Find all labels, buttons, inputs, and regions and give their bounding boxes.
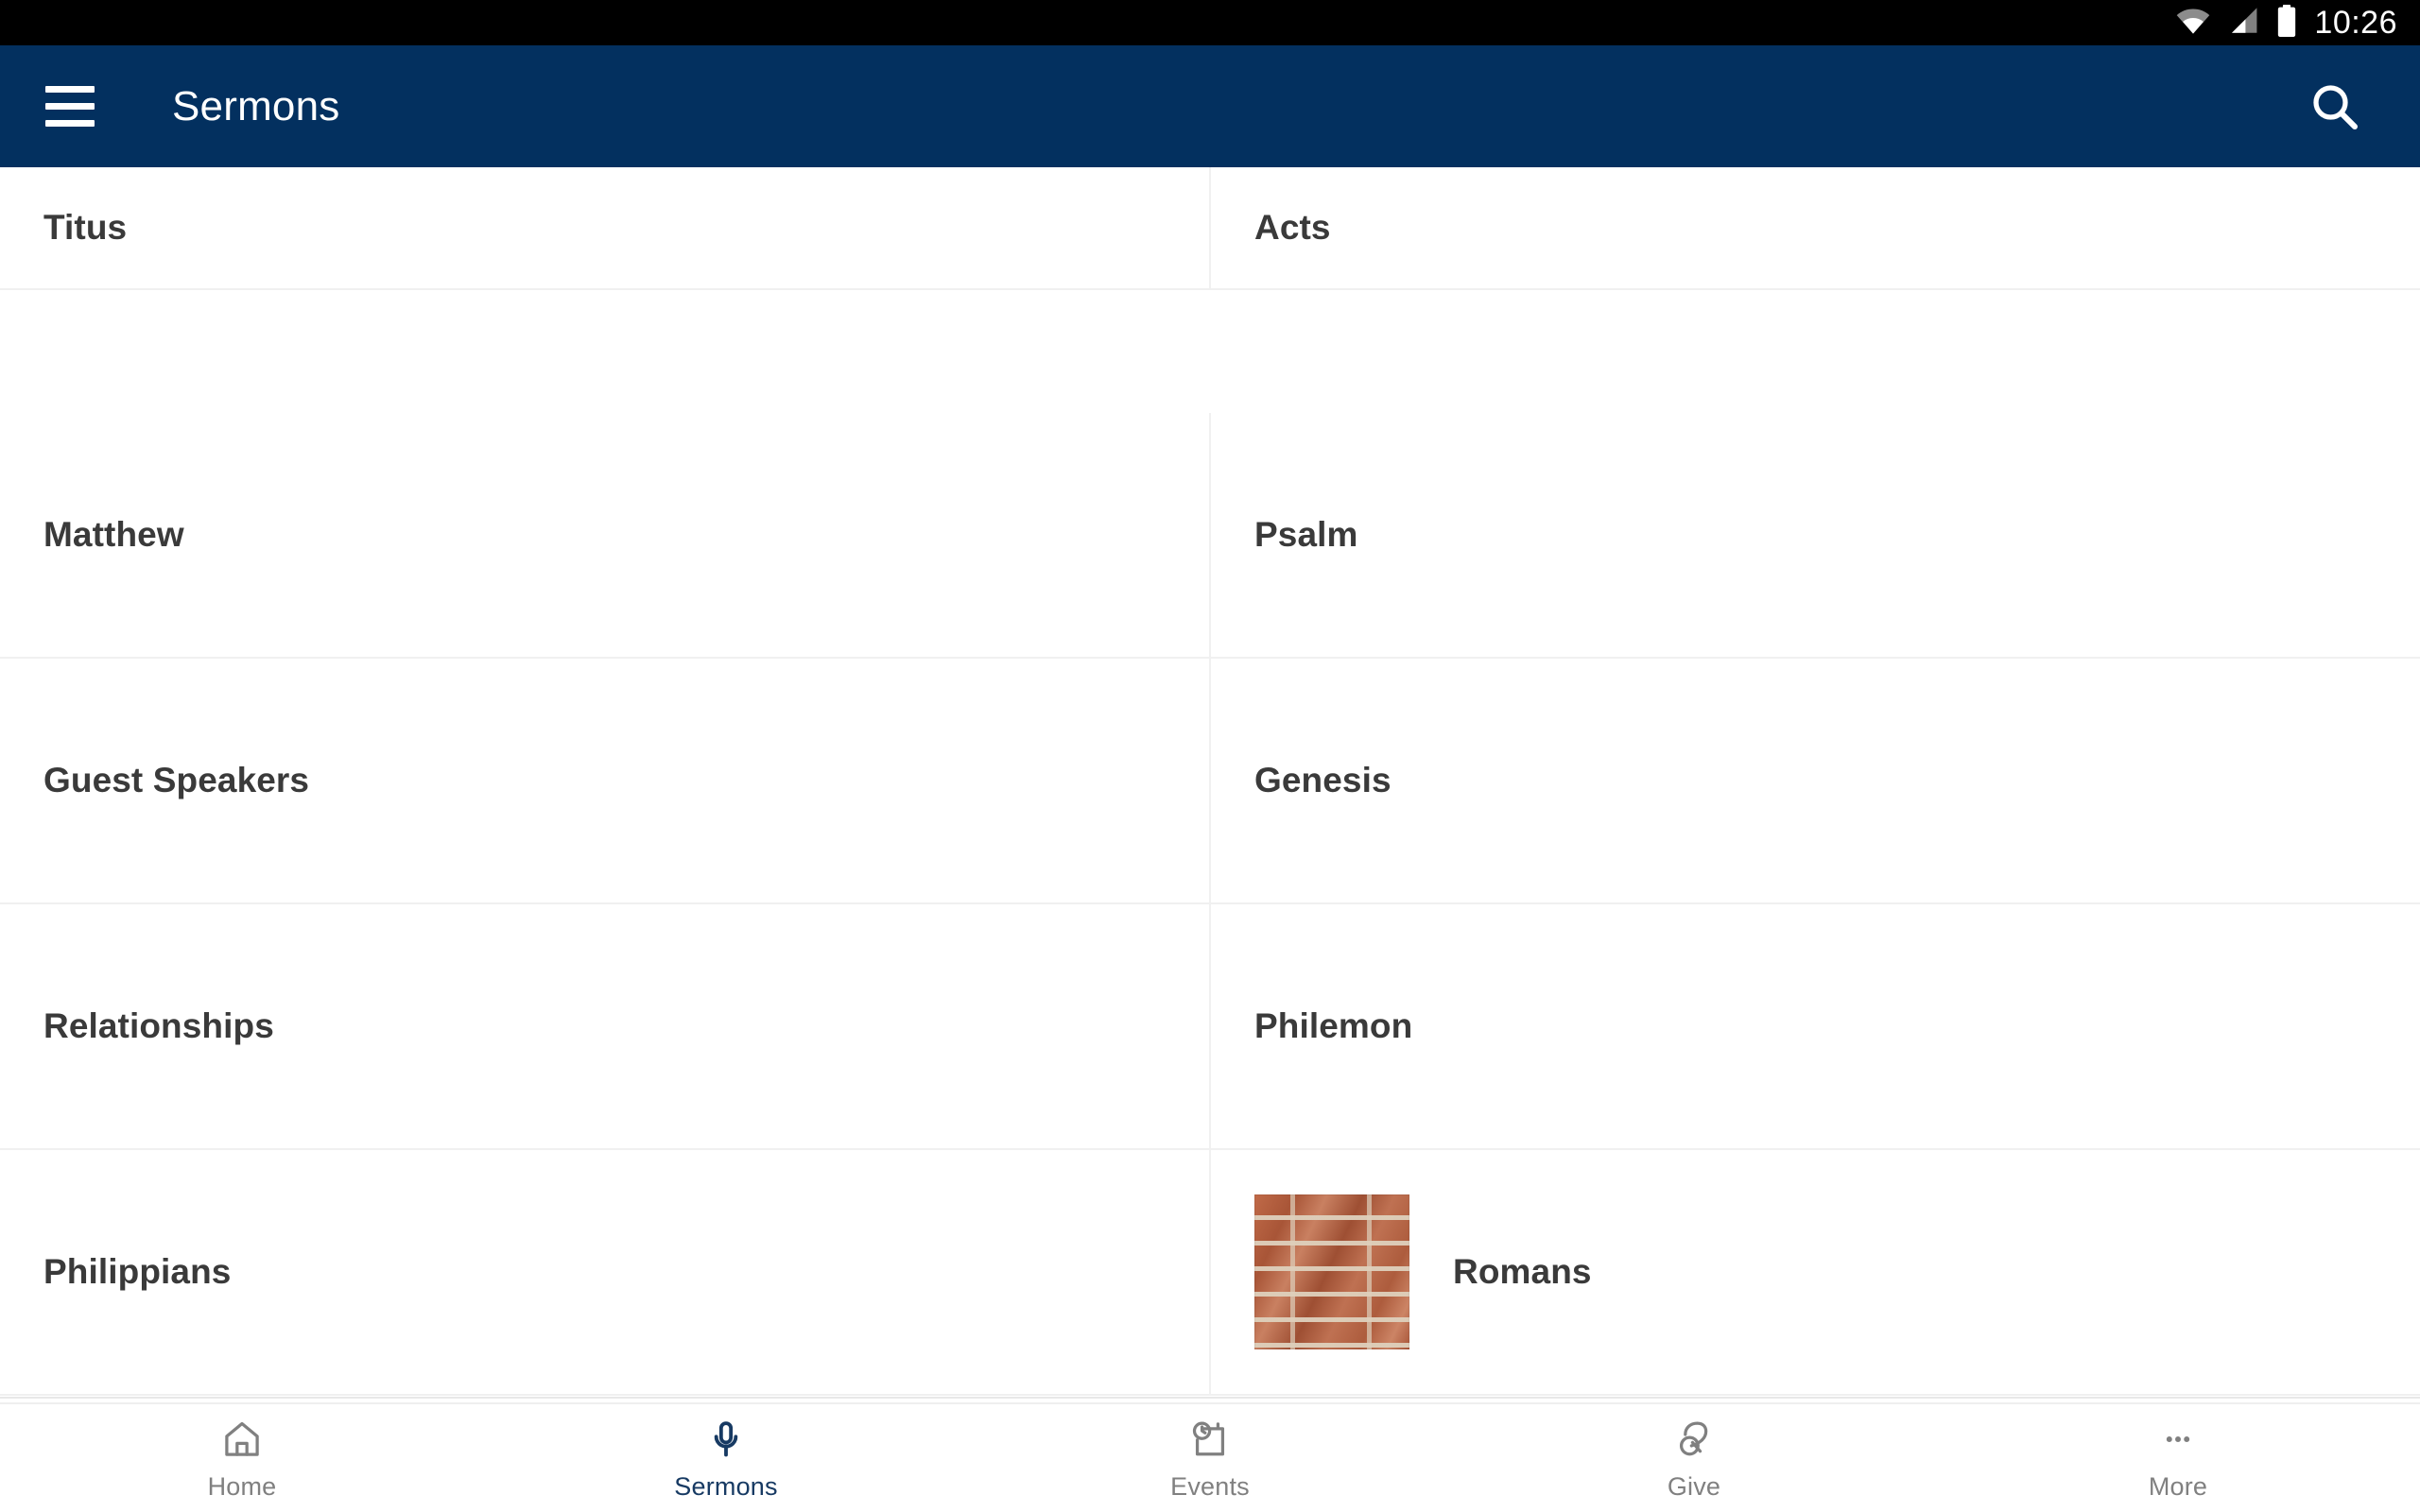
brick-wall-thumbnail: [1254, 1194, 1409, 1349]
sermon-series-item[interactable]: Relationships: [0, 904, 1211, 1150]
sermon-series-item[interactable]: Philemon: [1211, 904, 2420, 1150]
sermon-series-grid: Titus Acts Matthew Psalm Guest Speakers Genes…: [0, 167, 2420, 1396]
nav-item-events[interactable]: Events: [968, 1404, 1452, 1512]
hamburger-bar-1: [45, 86, 95, 93]
nav-item-home[interactable]: Home: [0, 1404, 484, 1512]
hamburger-bar-3: [45, 120, 95, 127]
more-dots-icon: [2156, 1416, 2200, 1463]
battery-icon: [2274, 4, 2299, 43]
sermon-series-item[interactable]: Psalm: [1211, 413, 2420, 659]
bottom-navigation-bar: Home Sermons Events Give More: [0, 1402, 2420, 1512]
nav-item-label: More: [2148, 1471, 2208, 1501]
microphone-icon: [704, 1416, 748, 1463]
sermon-series-item[interactable]: Matthew: [0, 413, 1211, 659]
giving-hand-icon: [1672, 1416, 1716, 1463]
wifi-icon: [2174, 6, 2212, 41]
nav-item-label: Home: [207, 1471, 277, 1501]
sermon-series-item[interactable]: Romans: [1211, 1150, 2420, 1396]
nav-item-sermons[interactable]: Sermons: [484, 1404, 968, 1512]
sermon-series-item[interactable]: Guest Speakers: [0, 659, 1211, 904]
sermon-series-label: Philippians: [43, 1252, 232, 1291]
home-icon: [220, 1416, 264, 1463]
nav-item-label: Sermons: [674, 1471, 778, 1501]
nav-item-label: Give: [1667, 1471, 1721, 1501]
sermon-series-item[interactable]: Acts: [1211, 167, 2420, 290]
bottom-nav-separator: [0, 1397, 2420, 1399]
sermon-series-label: Acts: [1254, 208, 1331, 247]
sermon-series-label: Relationships: [43, 1006, 274, 1045]
sermon-series-label: Matthew: [43, 515, 184, 554]
sermon-series-label: Titus: [43, 208, 128, 247]
page-title: Sermons: [172, 82, 340, 129]
status-bar: 10:26: [0, 0, 2420, 45]
status-bar-icons: [2174, 4, 2299, 43]
search-icon[interactable]: [2299, 71, 2371, 143]
events-calendar-clock-icon: [1188, 1416, 1232, 1463]
sermon-series-label: Romans: [1453, 1252, 1592, 1291]
hamburger-menu-icon[interactable]: [26, 63, 113, 150]
sermon-series-item[interactable]: Titus: [0, 167, 1211, 290]
sermon-series-label: Genesis: [1254, 761, 1392, 799]
sermon-series-item[interactable]: Philippians: [0, 1150, 1211, 1396]
cellular-signal-icon: [2225, 6, 2261, 41]
nav-item-more[interactable]: More: [1936, 1404, 2420, 1512]
sermon-series-label: Philemon: [1254, 1006, 1413, 1045]
nav-item-label: Events: [1170, 1471, 1250, 1501]
sermon-series-list[interactable]: Titus Acts Matthew Psalm Guest Speakers Genes…: [0, 167, 2420, 1397]
hamburger-bar-2: [45, 103, 95, 110]
app-bar: Sermons: [0, 45, 2420, 167]
nav-item-give[interactable]: Give: [1452, 1404, 1936, 1512]
sermon-series-label: Psalm: [1254, 515, 1358, 554]
sermon-series-item[interactable]: Genesis: [1211, 659, 2420, 904]
sermon-series-label: Guest Speakers: [43, 761, 310, 799]
status-bar-clock: 10:26: [2314, 4, 2397, 41]
